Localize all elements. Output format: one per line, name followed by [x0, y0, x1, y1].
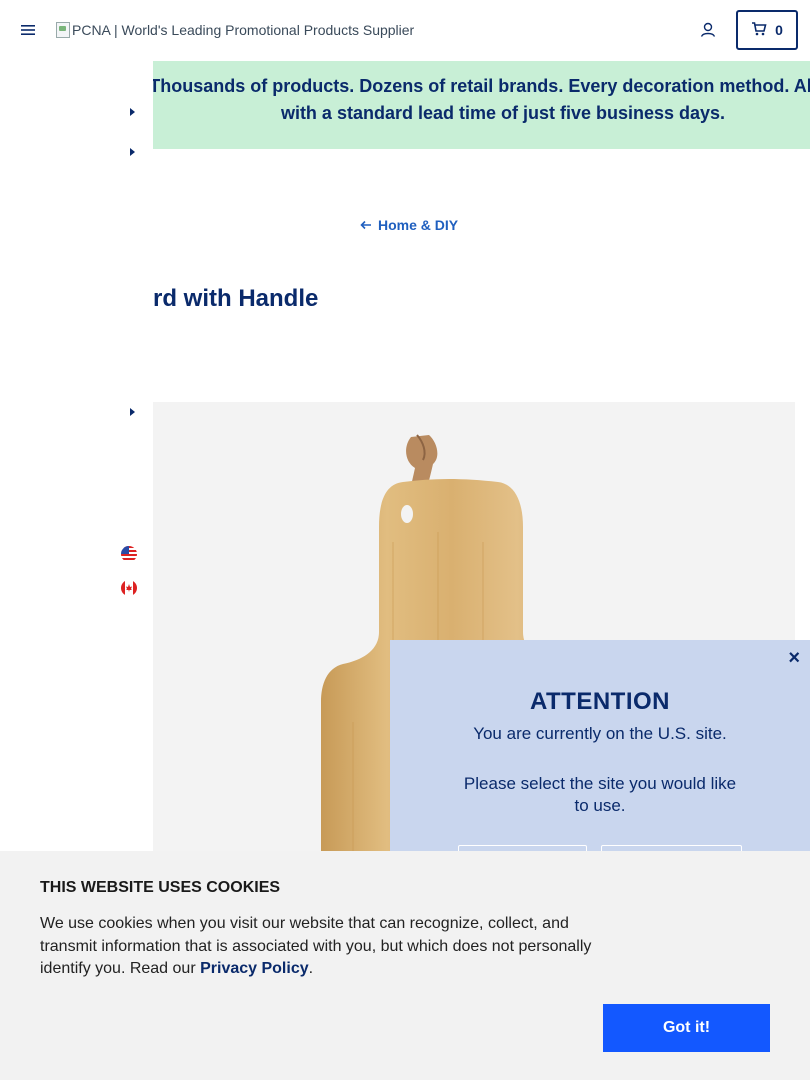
cookie-text-end: . [308, 960, 314, 977]
close-icon[interactable]: × [788, 648, 800, 668]
site-selection-modal: × ATTENTION You are currently on the U.S… [390, 640, 810, 881]
logo-alt-text: PCNA | World's Leading Promotional Produ… [72, 22, 415, 38]
back-to-category-link[interactable]: Home & DIY [360, 217, 458, 233]
cookie-text: We use cookies when you visit our websit… [40, 913, 600, 981]
cookie-banner: THIS WEBSITE USES COOKIES We use cookies… [0, 851, 810, 1080]
product-title: rd with Handle [153, 285, 319, 312]
cookie-title: THIS WEBSITE USES COOKIES [40, 879, 281, 896]
back-link-label: Home & DIY [378, 217, 459, 233]
site-header: PCNA | World's Leading Promotional Produ… [0, 0, 810, 61]
promo-line-1: Thousands of products. Dozens of retail … [153, 76, 810, 96]
cart-icon [751, 21, 767, 39]
caret-right-icon[interactable] [129, 407, 137, 417]
account-icon[interactable] [698, 20, 718, 40]
cart-button[interactable]: 0 [736, 10, 798, 50]
us-flag-icon[interactable] [121, 546, 137, 562]
promo-banner: Thousands of products. Dozens of retail … [153, 61, 810, 149]
cart-count: 0 [775, 22, 783, 38]
caret-right-icon[interactable] [129, 147, 137, 157]
promo-line-2: with a standard lead time of just five b… [280, 103, 726, 123]
canada-flag-icon[interactable] [121, 580, 137, 596]
arrow-left-icon [360, 217, 372, 233]
cookie-text-body: We use cookies when you visit our websit… [40, 915, 592, 977]
modal-current-site-text: You are currently on the U.S. site. [473, 724, 727, 743]
modal-instruction-text: Please select the site you would like to… [463, 774, 737, 815]
accept-cookies-button[interactable]: Got it! [603, 1004, 770, 1052]
hamburger-menu-icon[interactable] [18, 20, 38, 40]
modal-title: ATTENTION [529, 688, 671, 715]
privacy-policy-link[interactable]: Privacy Policy [200, 960, 309, 977]
broken-image-icon [56, 22, 70, 38]
caret-right-icon[interactable] [129, 107, 137, 117]
site-logo[interactable]: PCNA | World's Leading Promotional Produ… [56, 22, 414, 38]
